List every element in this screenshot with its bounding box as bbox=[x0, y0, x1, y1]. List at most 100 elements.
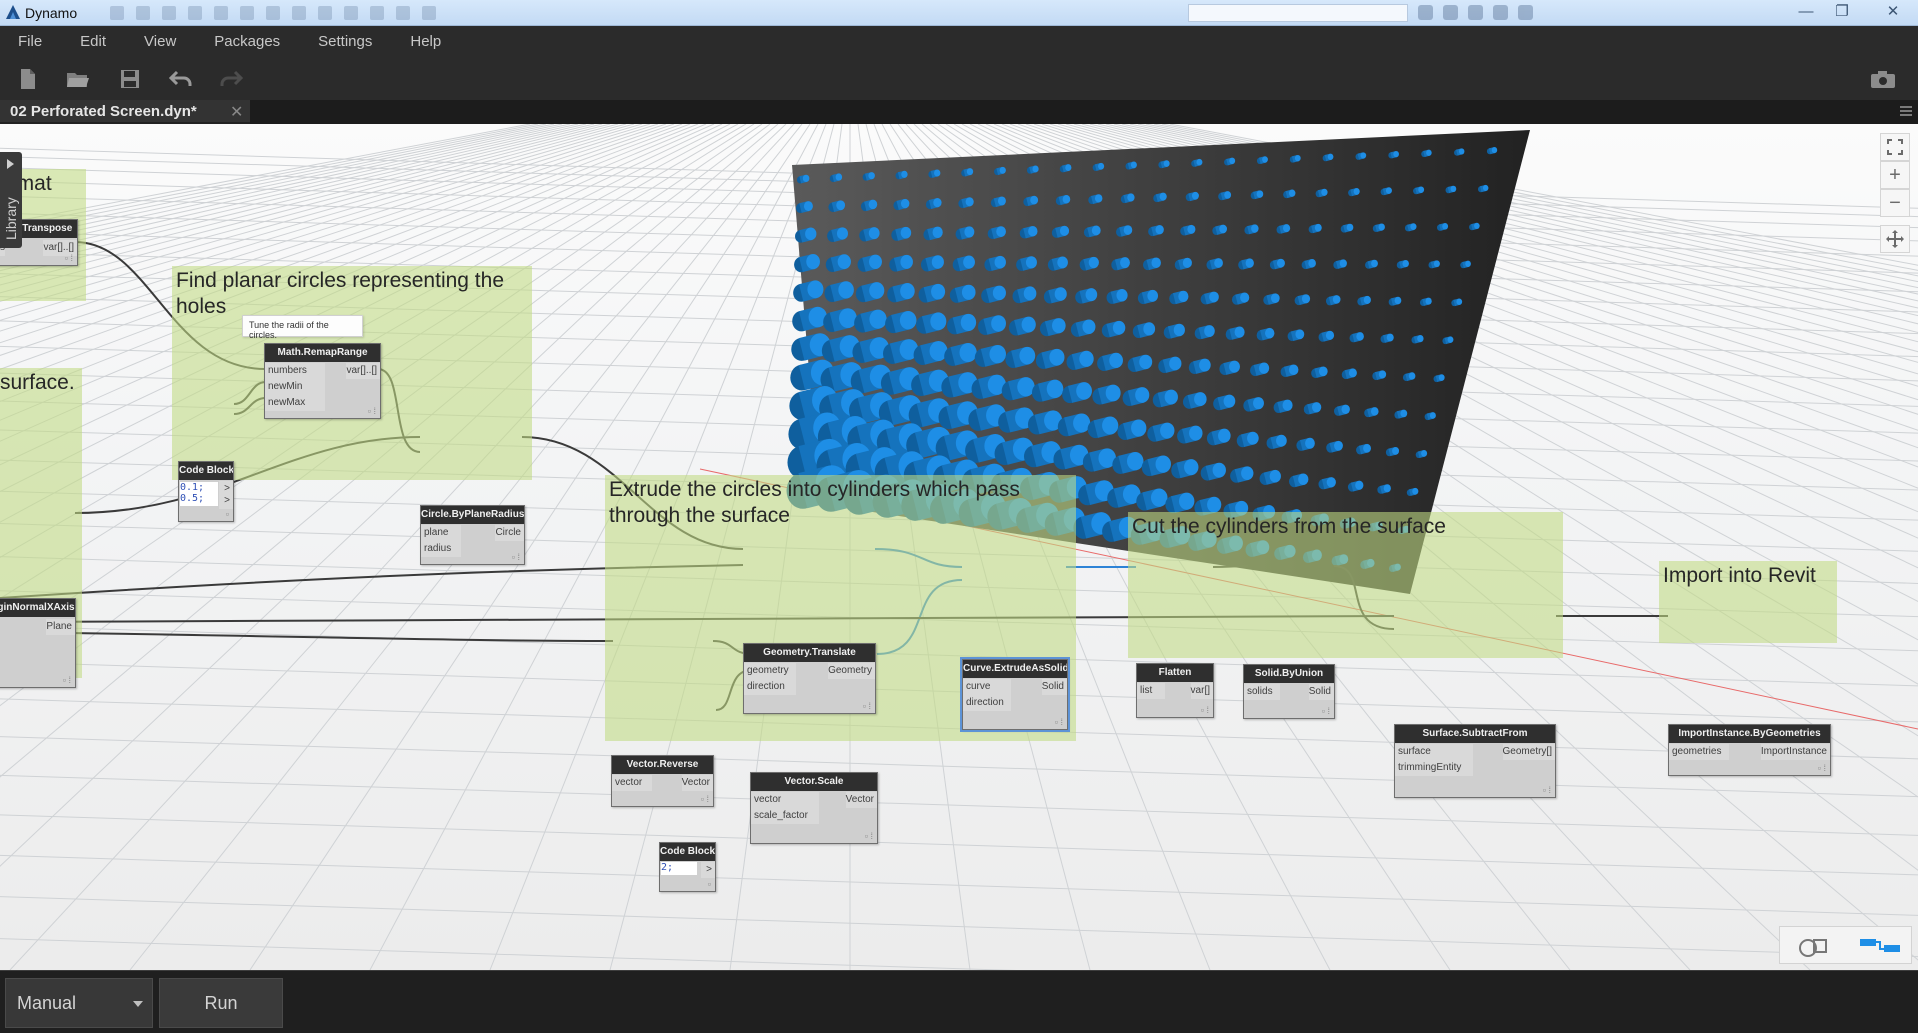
node-title: Geometry.Translate bbox=[744, 644, 875, 662]
zoom-out-button[interactable]: − bbox=[1880, 189, 1910, 217]
input-port-scale-factor[interactable]: scale_factor bbox=[751, 808, 819, 824]
node-title: Code Block bbox=[179, 462, 233, 480]
quick-access-toolbar[interactable] bbox=[110, 6, 610, 20]
node-flatten[interactable]: Flatten list var[] ▫ ⁞ bbox=[1136, 663, 1214, 718]
output-port[interactable]: Geometry bbox=[828, 663, 875, 679]
input-port-direction[interactable]: direction bbox=[963, 695, 1011, 711]
output-port[interactable]: Plane bbox=[46, 619, 75, 635]
node-circle-byplaneradius[interactable]: Circle.ByPlaneRadius plane radius Circle… bbox=[420, 505, 525, 565]
redo-icon[interactable] bbox=[218, 66, 244, 92]
node-status: ▫ ⁞ bbox=[1200, 705, 1209, 715]
run-button[interactable]: Run bbox=[159, 978, 283, 1028]
input-port-surface[interactable]: surface bbox=[1395, 744, 1473, 760]
tab-label: 02 Perforated Screen.dyn* bbox=[10, 103, 197, 120]
canvas-navigation: + − bbox=[1880, 133, 1910, 253]
app-title: Dynamo bbox=[25, 5, 78, 21]
view-mode-toggle[interactable] bbox=[1779, 926, 1912, 964]
input-port-newmax[interactable]: newMax bbox=[265, 395, 325, 411]
output-port[interactable]: Solid bbox=[1308, 684, 1334, 700]
help-search-input[interactable] bbox=[1188, 4, 1408, 22]
menu-bar: File Edit View Packages Settings Help bbox=[0, 26, 1918, 57]
node-status: ▫ ⁞ bbox=[64, 253, 73, 263]
input-port-vector[interactable]: vector bbox=[751, 792, 819, 808]
tab-workspace[interactable]: 02 Perforated Screen.dyn* ✕ bbox=[0, 100, 250, 124]
input-port-curve[interactable]: curve bbox=[963, 679, 1011, 695]
input-port-geometries[interactable]: geometries bbox=[1669, 744, 1729, 760]
node-title: ImportInstance.ByGeometries bbox=[1669, 725, 1830, 743]
node-code-block[interactable]: Code Block 0.1; 0.5; > > ▫ bbox=[178, 461, 234, 522]
zoom-in-button[interactable]: + bbox=[1880, 161, 1910, 189]
camera-icon[interactable] bbox=[1870, 66, 1896, 92]
code-editor[interactable]: 2; bbox=[661, 862, 697, 875]
input-port-direction[interactable]: direction bbox=[744, 679, 796, 695]
group-cut[interactable]: Cut the cylinders from the surface bbox=[1128, 512, 1563, 658]
tab-bar: 02 Perforated Screen.dyn* ✕ bbox=[0, 100, 1918, 124]
node-code-block-2[interactable]: Code Block 2; > ▫ bbox=[659, 842, 716, 892]
graph-canvas[interactable]: ormat ed Find planar circles representin… bbox=[0, 124, 1918, 970]
node-title: Vector.Scale bbox=[751, 773, 877, 791]
input-port-geometry[interactable]: geometry bbox=[744, 663, 796, 679]
pan-icon[interactable] bbox=[1880, 225, 1910, 253]
node-surface-subtractfrom[interactable]: Surface.SubtractFrom surface trimmingEnt… bbox=[1394, 724, 1556, 798]
input-port-vector[interactable]: vector bbox=[612, 775, 652, 791]
node-math-remaprange[interactable]: Math.RemapRange numbers newMin newMax va… bbox=[264, 343, 381, 419]
input-port-numbers[interactable]: numbers bbox=[265, 363, 325, 379]
node-importinstance-bygeometries[interactable]: ImportInstance.ByGeometries geometries I… bbox=[1668, 724, 1831, 776]
node-vector-scale[interactable]: Vector.Scale vector scale_factor Vector … bbox=[750, 772, 878, 844]
code-line: 0.5; bbox=[180, 493, 205, 504]
node-solid-byunion[interactable]: Solid.ByUnion solids Solid ▫ ⁞ bbox=[1243, 664, 1335, 719]
output-port[interactable]: var[]..[] bbox=[346, 363, 380, 379]
minimize-button[interactable]: — bbox=[1786, 0, 1826, 22]
node-geometry-translate[interactable]: Geometry.Translate geometry direction Ge… bbox=[743, 643, 876, 714]
menu-file[interactable]: File bbox=[18, 33, 42, 50]
input-port-radius[interactable]: radius bbox=[421, 541, 461, 557]
menu-view[interactable]: View bbox=[144, 33, 176, 50]
undo-icon[interactable] bbox=[168, 66, 194, 92]
wire[interactable] bbox=[0, 631, 614, 642]
title-bar-tools[interactable] bbox=[1418, 5, 1533, 20]
input-port-trimmingentity[interactable]: trimmingEntity bbox=[1395, 760, 1473, 776]
zoom-to-fit-icon[interactable] bbox=[1880, 133, 1910, 161]
dynamo-logo-icon bbox=[6, 5, 20, 19]
output-port[interactable]: Circle bbox=[495, 525, 524, 541]
library-toggle[interactable]: Library bbox=[0, 152, 22, 248]
graph-view-icon[interactable] bbox=[1850, 933, 1908, 959]
open-file-icon[interactable] bbox=[65, 66, 91, 92]
save-icon[interactable] bbox=[117, 66, 143, 92]
menu-packages[interactable]: Packages bbox=[214, 33, 280, 50]
output-port[interactable]: Geometry[] bbox=[1502, 744, 1555, 760]
output-port[interactable]: ImportInstance bbox=[1760, 744, 1830, 760]
note[interactable]: Tune the radii of the circles. bbox=[242, 315, 363, 340]
menu-icon[interactable] bbox=[1898, 103, 1914, 119]
node-plane-by-origin-normal-xaxis[interactable]: ginNormalXAxis Plane ▫ ⁞ bbox=[0, 598, 76, 688]
menu-settings[interactable]: Settings bbox=[318, 33, 372, 50]
new-file-icon[interactable] bbox=[15, 66, 41, 92]
output-port[interactable]: Vector bbox=[681, 775, 713, 791]
node-status: ▫ ⁞ bbox=[700, 794, 709, 804]
input-port-newmin[interactable]: newMin bbox=[265, 379, 325, 395]
maximize-button[interactable]: ❐ bbox=[1822, 0, 1862, 22]
input-port-plane[interactable]: plane bbox=[421, 525, 461, 541]
group-import[interactable]: Import into Revit bbox=[1659, 561, 1837, 643]
close-window-button[interactable]: ✕ bbox=[1870, 0, 1916, 22]
output-port[interactable]: > bbox=[701, 862, 715, 878]
run-mode-dropdown[interactable]: Manual bbox=[5, 978, 153, 1028]
output-port[interactable]: Vector bbox=[845, 792, 877, 808]
input-port-solids[interactable]: solids bbox=[1244, 684, 1280, 700]
geometry-view-icon[interactable] bbox=[1786, 933, 1844, 959]
node-status: ▫ ⁞ bbox=[367, 406, 376, 416]
menu-edit[interactable]: Edit bbox=[80, 33, 106, 50]
node-title: Solid.ByUnion bbox=[1244, 665, 1334, 683]
code-editor[interactable]: 0.1; 0.5; bbox=[180, 482, 218, 506]
output-port[interactable]: > bbox=[219, 493, 233, 509]
tab-close-icon[interactable]: ✕ bbox=[230, 102, 243, 122]
output-port[interactable]: var[] bbox=[1190, 683, 1213, 699]
node-title: Code Block bbox=[660, 843, 715, 861]
node-vector-reverse[interactable]: Vector.Reverse vector Vector ▫ ⁞ bbox=[611, 755, 714, 807]
input-port-list[interactable]: list bbox=[1137, 683, 1165, 699]
output-port[interactable]: Solid bbox=[1041, 679, 1067, 695]
node-status: ▫ ⁞ bbox=[1054, 717, 1063, 727]
group-title: Find planar circles representing the hol… bbox=[176, 269, 505, 318]
node-curve-extrudeassolid[interactable]: Curve.ExtrudeAsSolid curve direction Sol… bbox=[960, 657, 1070, 732]
menu-help[interactable]: Help bbox=[410, 33, 441, 50]
